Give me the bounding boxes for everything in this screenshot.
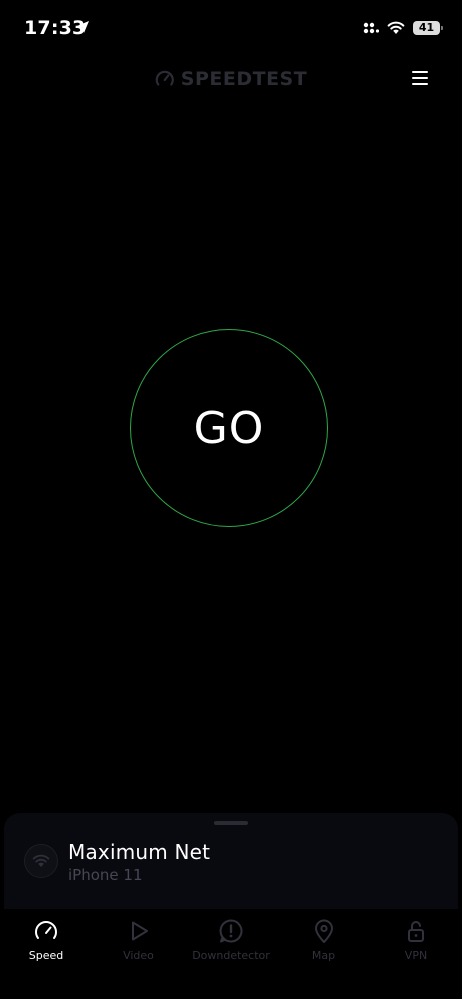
tab-map[interactable]: Map xyxy=(278,910,370,980)
speedometer-icon xyxy=(35,921,57,939)
connection-sheet[interactable]: Maximum Net iPhone 11 xyxy=(4,813,458,909)
device-name: iPhone 11 xyxy=(68,866,143,884)
status-indicators: 41 xyxy=(363,17,443,39)
battery-indicator: 41 xyxy=(413,21,443,35)
app-header: SPEEDTEST xyxy=(0,62,462,96)
location-arrow-icon xyxy=(77,21,89,33)
wifi-connection-icon xyxy=(24,844,58,878)
tab-speed[interactable]: Speed xyxy=(0,910,92,980)
tab-downdetector[interactable]: Downdetector xyxy=(185,910,277,980)
logo-text: SPEEDTEST xyxy=(180,68,308,90)
go-button[interactable]: GO xyxy=(130,329,328,527)
wifi-status-icon xyxy=(387,21,405,34)
tab-vpn[interactable]: VPN xyxy=(370,910,462,980)
network-name: Maximum Net xyxy=(68,840,211,864)
tab-label-map: Map xyxy=(311,949,336,962)
wifi-icon xyxy=(32,854,50,867)
tab-label-downdetector: Downdetector xyxy=(192,949,270,962)
cellular-signal-icon xyxy=(363,22,379,34)
tab-label-video: Video xyxy=(123,949,154,962)
alert-icon xyxy=(219,919,243,943)
menu-bar-top xyxy=(412,71,428,73)
menu-bar-bottom xyxy=(412,83,428,85)
menu-bar-middle xyxy=(412,77,428,79)
map-pin-icon xyxy=(314,919,333,943)
menu-button[interactable] xyxy=(410,68,430,88)
sheet-handle[interactable] xyxy=(214,821,248,825)
tab-label-speed: Speed xyxy=(28,949,64,962)
speedtest-logo: SPEEDTEST xyxy=(155,68,307,90)
tab-video[interactable]: Video xyxy=(93,910,185,980)
go-label: GO xyxy=(193,402,265,454)
lock-icon xyxy=(408,921,424,942)
tab-bar: Speed Video Downdetector Map VPN xyxy=(0,910,462,980)
tab-label-vpn: VPN xyxy=(404,949,428,962)
play-icon xyxy=(131,921,148,941)
status-bar: 17:33 41 xyxy=(0,0,462,54)
speedometer-logo-icon xyxy=(155,70,174,86)
